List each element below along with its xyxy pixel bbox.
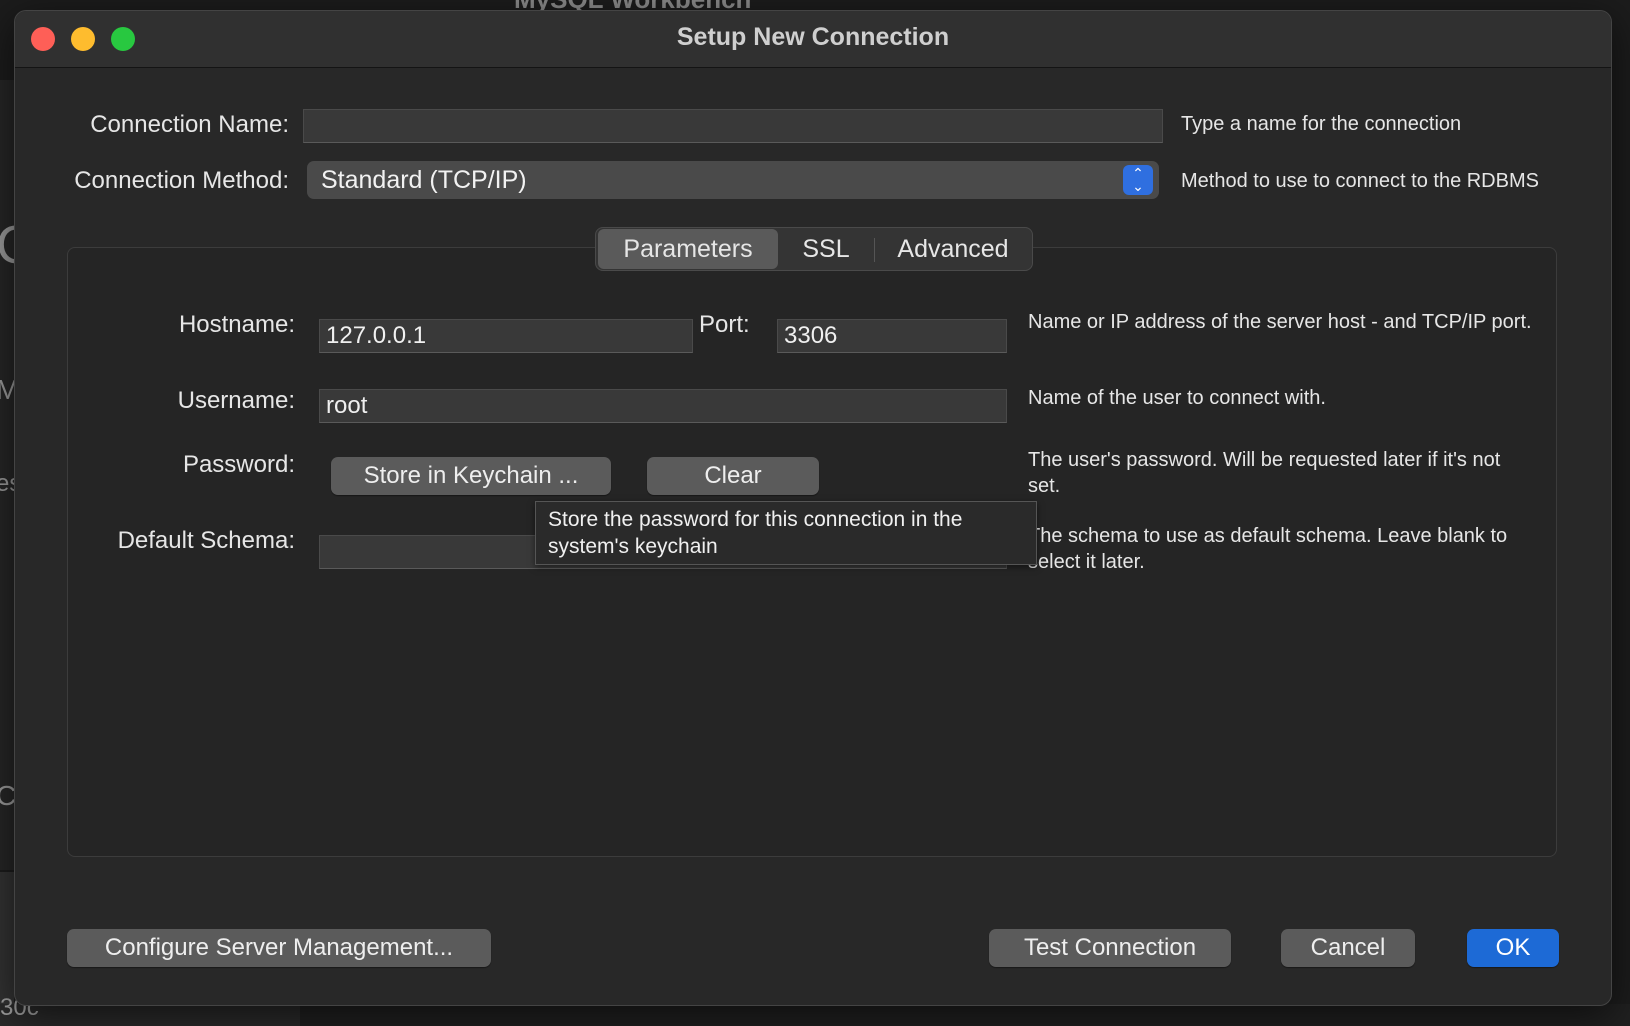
test-connection-button[interactable]: Test Connection [989,929,1231,967]
username-hint: Name of the user to connect with. [1028,387,1326,409]
store-in-keychain-button[interactable]: Store in Keychain ... [331,457,611,495]
clear-password-button[interactable]: Clear [647,457,819,495]
connection-name-hint: Type a name for the connection [1181,113,1462,135]
connection-method-value: Standard (TCP/IP) [321,166,527,194]
password-hint: The user's password. Will be requested l… [1028,449,1501,497]
hostname-hint: Name or IP address of the server host - … [1028,311,1532,333]
configure-server-management-button[interactable]: Configure Server Management... [67,929,491,967]
background-right-edge [1612,0,1630,1026]
username-input[interactable] [319,389,1007,423]
hostname-input[interactable] [319,319,693,353]
keychain-tooltip: Store the password for this connection i… [535,501,1037,565]
connection-method-label: Connection Method: [74,167,289,194]
chevron-updown-icon: ⌃ ⌄ [1123,165,1153,195]
connection-name-label: Connection Name: [90,111,289,138]
default-schema-label: Default Schema: [117,527,295,554]
background-bottom-bar [0,1004,1630,1026]
hostname-label: Hostname: [178,311,295,338]
tab-bar: Parameters SSL Advanced [595,227,1033,271]
password-label: Password: [182,451,295,478]
title-bar: Setup New Connection [15,11,1611,68]
default-schema-hint: The schema to use as default schema. Lea… [1028,525,1508,573]
connection-name-input[interactable] [303,109,1163,143]
ok-button[interactable]: OK [1467,929,1559,967]
tab-parameters[interactable]: Parameters [598,229,778,269]
tab-advanced[interactable]: Advanced [875,229,1031,269]
connection-method-select[interactable]: Standard (TCP/IP) ⌃ ⌄ [307,161,1159,199]
window-title: Setup New Connection [676,23,950,51]
port-label: Port: [699,311,750,338]
connection-method-hint: Method to use to connect to the RDBMS [1181,170,1539,192]
username-label: Username: [177,387,295,414]
cancel-button[interactable]: Cancel [1281,929,1415,967]
tab-ssl[interactable]: SSL [778,229,874,269]
port-input[interactable] [777,319,1007,353]
setup-connection-dialog: Setup New Connection Connection Name: Ty… [14,10,1612,1006]
